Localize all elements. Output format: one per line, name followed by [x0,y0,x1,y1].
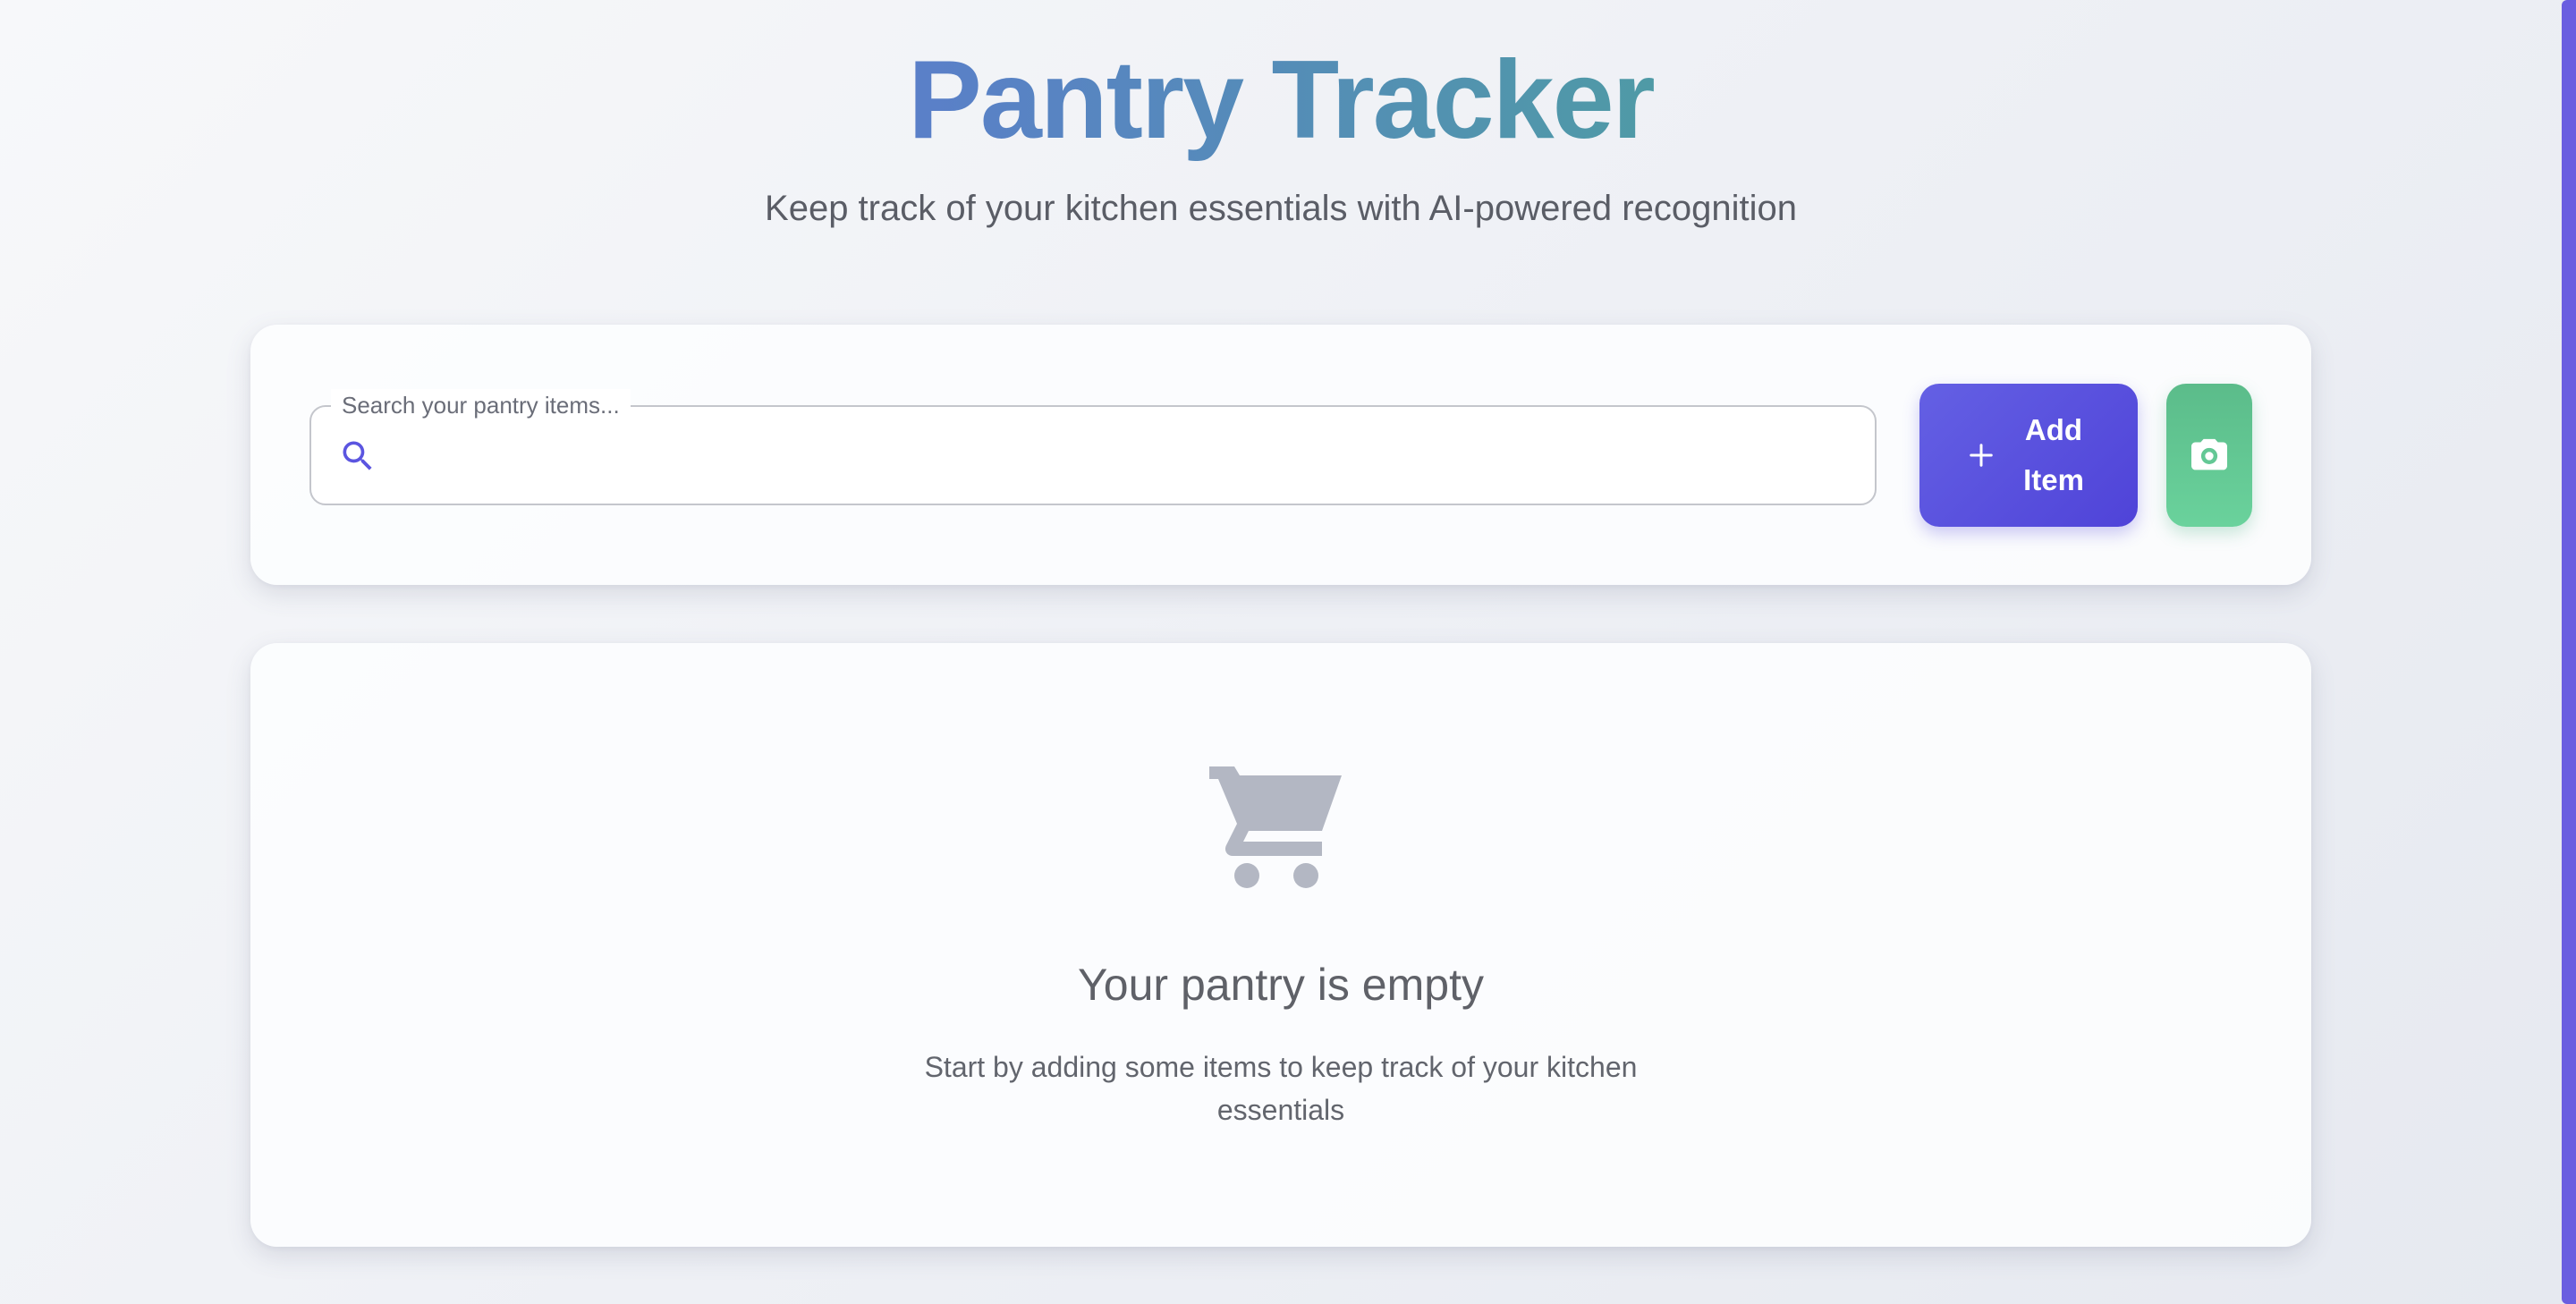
search-card: Search your pantry items... Add Item [250,325,2311,585]
empty-state-description: Start by adding some items to keep track… [924,1051,1638,1126]
search-field[interactable]: Search your pantry items... [309,389,1877,505]
empty-state-title: Your pantry is empty [1078,960,1484,1010]
page-title: Pantry Tracker [908,34,1656,167]
shopping-cart-icon [1209,766,1342,888]
search-input[interactable] [401,425,1850,487]
add-item-button[interactable]: Add Item [1919,384,2138,527]
page-subtitle: Keep track of your kitchen essentials wi… [765,188,1797,228]
camera-button[interactable] [2166,384,2252,527]
add-item-label: Add Item [2023,413,2084,496]
scrollbar-thumb[interactable] [2562,0,2576,1304]
page-header: Pantry Tracker Keep track of your kitche… [0,0,2562,230]
plus-icon [1970,444,1993,467]
empty-state-card: Your pantry is empty Start by adding som… [250,643,2311,1247]
search-label: Search your pantry items... [331,389,631,421]
search-icon [343,441,372,470]
camera-icon [2191,438,2227,470]
